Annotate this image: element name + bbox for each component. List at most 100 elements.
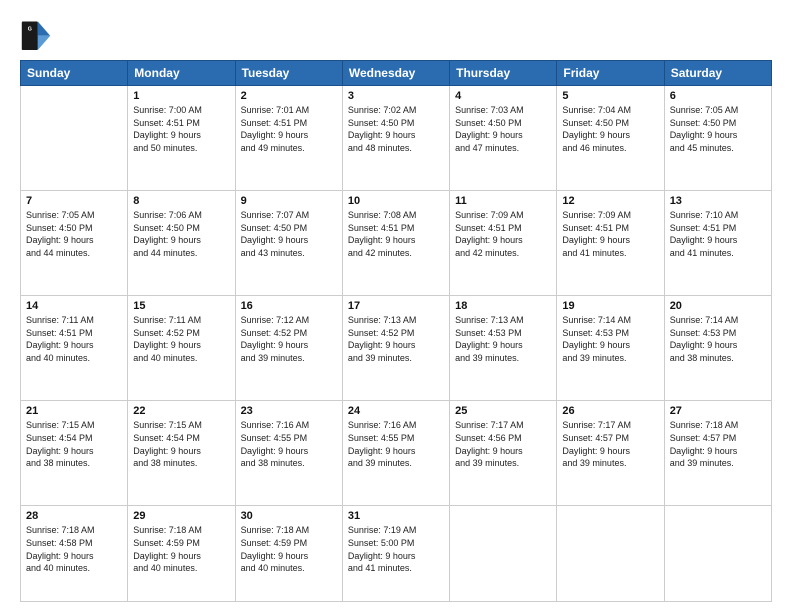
cell-content: Sunrise: 7:11 AMSunset: 4:52 PMDaylight:… [133,314,229,364]
day-number: 12 [562,195,658,207]
calendar-cell: 9 Sunrise: 7:07 AMSunset: 4:50 PMDaylight… [235,191,342,296]
day-number: 15 [133,300,229,312]
calendar-day-header: Saturday [664,61,771,86]
calendar-cell: 22 Sunrise: 7:15 AMSunset: 4:54 PMDayligh… [128,401,235,506]
calendar-cell: 26Sunrise: 7:17 AMSunset: 4:57 PMDayligh… [557,401,664,506]
day-number: 23 [241,405,337,417]
calendar-cell: 16 Sunrise: 7:12 AMSunset: 4:52 PMDayligh… [235,296,342,401]
cell-content: Sunrise: 7:05 AMSunset: 4:50 PMDaylight:… [26,209,122,259]
cell-content: Sunrise: 7:14 AMSunset: 4:53 PMDaylight:… [670,314,766,364]
day-number: 1 [133,90,229,102]
day-number: 17 [348,300,444,312]
calendar-day-header: Thursday [450,61,557,86]
calendar-cell [21,86,128,191]
cell-content: Sunrise: 7:11 AMSunset: 4:51 PMDaylight:… [26,314,122,364]
day-number: 22 [133,405,229,417]
day-number: 21 [26,405,122,417]
svg-text:G: G [28,26,32,32]
day-number: 14 [26,300,122,312]
header: G [20,18,772,50]
calendar-cell: 3Sunrise: 7:02 AMSunset: 4:50 PMDaylight… [342,86,449,191]
cell-content: Sunrise: 7:07 AMSunset: 4:50 PMDaylight:… [241,209,337,259]
cell-content: Sunrise: 7:09 AMSunset: 4:51 PMDaylight:… [455,209,551,259]
calendar-cell: 7Sunrise: 7:05 AMSunset: 4:50 PMDaylight… [21,191,128,296]
calendar-cell: 12Sunrise: 7:09 AMSunset: 4:51 PMDayligh… [557,191,664,296]
calendar-cell: 21 Sunrise: 7:15 AMSunset: 4:54 PMDayligh… [21,401,128,506]
calendar-cell: 14 Sunrise: 7:11 AMSunset: 4:51 PMDayligh… [21,296,128,401]
logo: G [20,18,56,50]
day-number: 9 [241,195,337,207]
cell-content: Sunrise: 7:13 AMSunset: 4:52 PMDaylight:… [348,314,444,364]
cell-content: Sunrise: 7:16 AMSunset: 4:55 PMDaylight:… [241,419,337,469]
calendar-cell: 5Sunrise: 7:04 AMSunset: 4:50 PMDaylight… [557,86,664,191]
cell-content: Sunrise: 7:18 AMSunset: 4:58 PMDaylight:… [26,524,122,574]
day-number: 18 [455,300,551,312]
calendar-cell [557,506,664,602]
day-number: 8 [133,195,229,207]
calendar-cell [450,506,557,602]
day-number: 26 [562,405,658,417]
day-number: 6 [670,90,766,102]
calendar-cell: 28 Sunrise: 7:18 AMSunset: 4:58 PMDayligh… [21,506,128,602]
cell-content: Sunrise: 7:18 AMSunset: 4:59 PMDaylight:… [241,524,337,574]
calendar-cell: 27 Sunrise: 7:18 AMSunset: 4:57 PMDayligh… [664,401,771,506]
cell-content: Sunrise: 7:06 AMSunset: 4:50 PMDaylight:… [133,209,229,259]
cell-content: Sunrise: 7:13 AMSunset: 4:53 PMDaylight:… [455,314,551,364]
calendar-header-row: SundayMondayTuesdayWednesdayThursdayFrid… [21,61,772,86]
cell-content: Sunrise: 7:17 AMSunset: 4:56 PMDaylight:… [455,419,551,469]
day-number: 2 [241,90,337,102]
calendar-cell: 23 Sunrise: 7:16 AMSunset: 4:55 PMDayligh… [235,401,342,506]
calendar-cell: 24 Sunrise: 7:16 AMSunset: 4:55 PMDayligh… [342,401,449,506]
calendar-day-header: Monday [128,61,235,86]
day-number: 28 [26,510,122,522]
calendar-table: SundayMondayTuesdayWednesdayThursdayFrid… [20,60,772,602]
cell-content: Sunrise: 7:05 AMSunset: 4:50 PMDaylight:… [670,104,766,154]
calendar-cell: 15 Sunrise: 7:11 AMSunset: 4:52 PMDayligh… [128,296,235,401]
calendar-cell: 31 Sunrise: 7:19 AMSunset: 5:00 PMDayligh… [342,506,449,602]
day-number: 20 [670,300,766,312]
cell-content: Sunrise: 7:15 AMSunset: 4:54 PMDaylight:… [133,419,229,469]
day-number: 4 [455,90,551,102]
cell-content: Sunrise: 7:19 AMSunset: 5:00 PMDaylight:… [348,524,444,574]
calendar-cell [664,506,771,602]
cell-content: Sunrise: 7:01 AMSunset: 4:51 PMDaylight:… [241,104,337,154]
calendar-day-header: Tuesday [235,61,342,86]
calendar-week-row: 7Sunrise: 7:05 AMSunset: 4:50 PMDaylight… [21,191,772,296]
day-number: 3 [348,90,444,102]
cell-content: Sunrise: 7:12 AMSunset: 4:52 PMDaylight:… [241,314,337,364]
calendar-cell: 2 Sunrise: 7:01 AMSunset: 4:51 PMDaylight… [235,86,342,191]
day-number: 31 [348,510,444,522]
calendar-day-header: Wednesday [342,61,449,86]
calendar-cell: 10 Sunrise: 7:08 AMSunset: 4:51 PMDayligh… [342,191,449,296]
cell-content: Sunrise: 7:16 AMSunset: 4:55 PMDaylight:… [348,419,444,469]
calendar-cell: 29 Sunrise: 7:18 AMSunset: 4:59 PMDayligh… [128,506,235,602]
calendar-cell: 25Sunrise: 7:17 AMSunset: 4:56 PMDayligh… [450,401,557,506]
calendar-cell: 13 Sunrise: 7:10 AMSunset: 4:51 PMDayligh… [664,191,771,296]
calendar-cell: 20 Sunrise: 7:14 AMSunset: 4:53 PMDayligh… [664,296,771,401]
cell-content: Sunrise: 7:18 AMSunset: 4:57 PMDaylight:… [670,419,766,469]
cell-content: Sunrise: 7:08 AMSunset: 4:51 PMDaylight:… [348,209,444,259]
calendar-cell: 19Sunrise: 7:14 AMSunset: 4:53 PMDayligh… [557,296,664,401]
calendar-cell: 17 Sunrise: 7:13 AMSunset: 4:52 PMDayligh… [342,296,449,401]
cell-content: Sunrise: 7:00 AMSunset: 4:51 PMDaylight:… [133,104,229,154]
calendar-week-row: 28 Sunrise: 7:18 AMSunset: 4:58 PMDayligh… [21,506,772,602]
day-number: 27 [670,405,766,417]
day-number: 5 [562,90,658,102]
cell-content: Sunrise: 7:18 AMSunset: 4:59 PMDaylight:… [133,524,229,574]
day-number: 13 [670,195,766,207]
day-number: 10 [348,195,444,207]
day-number: 16 [241,300,337,312]
calendar-cell: 6 Sunrise: 7:05 AMSunset: 4:50 PMDaylight… [664,86,771,191]
logo-icon: G [20,18,52,50]
calendar-cell: 18 Sunrise: 7:13 AMSunset: 4:53 PMDayligh… [450,296,557,401]
calendar-cell: 1 Sunrise: 7:00 AMSunset: 4:51 PMDaylight… [128,86,235,191]
day-number: 30 [241,510,337,522]
day-number: 24 [348,405,444,417]
cell-content: Sunrise: 7:10 AMSunset: 4:51 PMDaylight:… [670,209,766,259]
day-number: 11 [455,195,551,207]
cell-content: Sunrise: 7:15 AMSunset: 4:54 PMDaylight:… [26,419,122,469]
day-number: 29 [133,510,229,522]
cell-content: Sunrise: 7:03 AMSunset: 4:50 PMDaylight:… [455,104,551,154]
calendar-day-header: Friday [557,61,664,86]
calendar-week-row: 21 Sunrise: 7:15 AMSunset: 4:54 PMDayligh… [21,401,772,506]
